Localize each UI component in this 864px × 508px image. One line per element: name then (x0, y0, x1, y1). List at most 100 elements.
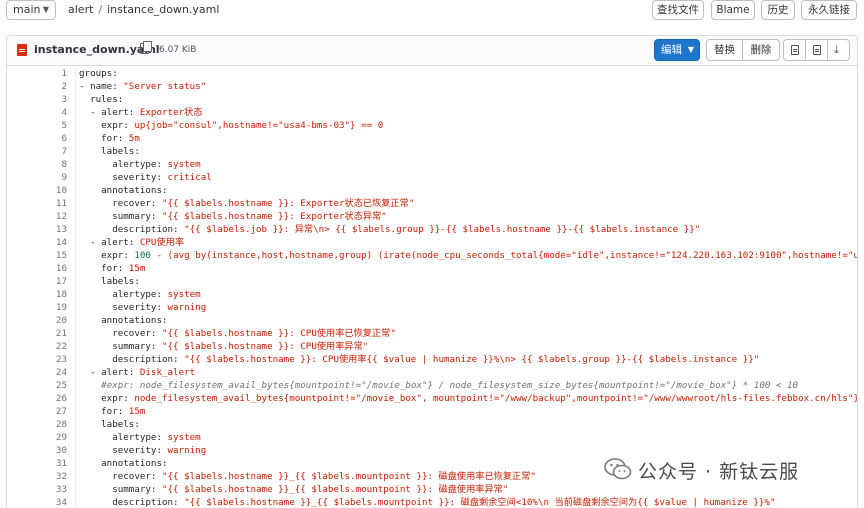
code-text: labels: (79, 275, 140, 288)
line-number[interactable]: 21 (7, 327, 67, 340)
code-token: system (167, 159, 201, 170)
code-token: summary: (79, 484, 162, 495)
code-token: for: (79, 133, 129, 144)
code-token: labels: (79, 146, 140, 157)
line-number[interactable]: 19 (7, 301, 67, 314)
code-token: description: (79, 354, 185, 365)
breadcrumb-folder[interactable]: alert (68, 3, 93, 16)
line-number[interactable]: 16 (7, 262, 67, 275)
copy-icon (791, 45, 799, 55)
line-number[interactable]: 15 (7, 249, 67, 262)
code-text: for: 15m (79, 262, 145, 275)
code-token: groups: (79, 68, 118, 79)
line-number[interactable]: 12 (7, 210, 67, 223)
copy-file-path-icon[interactable] (140, 41, 152, 54)
line-number[interactable]: 3 (7, 93, 67, 106)
line-number[interactable]: 6 (7, 132, 67, 145)
code-token: system (167, 289, 201, 300)
line-number[interactable]: 14 (7, 236, 67, 249)
file-viewer: instance_down.yaml 6.07 KiB 编辑 ▼ 替换 删除 ⤓… (6, 35, 858, 508)
code-token: node_filesystem_avail_bytes{mountpoint!=… (134, 393, 858, 404)
code-token: description: (79, 497, 185, 508)
line-number[interactable]: 7 (7, 145, 67, 158)
line-number[interactable]: 24 (7, 366, 67, 379)
code-line: 8 alertype: system (7, 158, 857, 171)
code-line: 16 for: 15m (7, 262, 857, 275)
line-number[interactable]: 20 (7, 314, 67, 327)
code-token: up{job="consul",hostname!="usa4-bms-03"}… (134, 120, 384, 131)
code-token: - alert: (79, 107, 140, 118)
code-text: #expr: node_filesystem_avail_bytes{mount… (79, 379, 798, 392)
code-line: 6 for: 5m (7, 132, 857, 145)
code-line: 19 severity: warning (7, 301, 857, 314)
code-line: 24 - alert: Disk_alert (7, 366, 857, 379)
code-line: 27 for: 15m (7, 405, 857, 418)
line-number[interactable]: 11 (7, 197, 67, 210)
code-line: 15 expr: 100 - (avg by(instance,host,hos… (7, 249, 857, 262)
code-token: - alert: (79, 237, 140, 248)
line-number[interactable]: 34 (7, 496, 67, 508)
code-line: 14 - alert: CPU使用率 (7, 236, 857, 249)
line-number[interactable]: 18 (7, 288, 67, 301)
edit-button[interactable]: 编辑 ▼ (654, 39, 700, 61)
delete-button[interactable]: 删除 (742, 39, 780, 61)
line-number[interactable]: 23 (7, 353, 67, 366)
code-token: "{{ $labels.hostname }}_{{ $labels.mount… (161, 471, 536, 482)
watermark: 公众号 · 新钛云服 (604, 455, 854, 485)
breadcrumb-file[interactable]: instance_down.yaml (107, 3, 219, 16)
breadcrumb-separator: / (98, 3, 103, 16)
line-number[interactable]: 28 (7, 418, 67, 431)
code-line: 20 annotations: (7, 314, 857, 327)
chevron-down-icon: ▼ (687, 45, 694, 54)
code-token: "{{ $labels.hostname }}: CPU使用率已恢复正常" (161, 328, 396, 339)
line-number[interactable]: 31 (7, 457, 67, 470)
code-text: severity: warning (79, 301, 206, 314)
line-number[interactable]: 32 (7, 470, 67, 483)
code-line: 34 description: "{{ $labels.hostname }}_… (7, 496, 857, 508)
line-number[interactable]: 10 (7, 184, 67, 197)
line-number[interactable]: 1 (7, 67, 67, 80)
line-number[interactable]: 22 (7, 340, 67, 353)
line-number[interactable]: 27 (7, 405, 67, 418)
code-text: severity: critical (79, 171, 212, 184)
line-number[interactable]: 2 (7, 80, 67, 93)
history-button[interactable]: 历史 (761, 0, 795, 20)
code-token: severity: (79, 302, 168, 313)
code-text: description: "{{ $labels.hostname }}_{{ … (79, 496, 775, 508)
permalink-button[interactable]: 永久链接 (801, 0, 857, 20)
wechat-icon (604, 458, 632, 480)
copy-contents-button[interactable] (783, 39, 806, 61)
code-line: 4 - alert: Exporter状态 (7, 106, 857, 119)
branch-name: main (13, 3, 41, 16)
code-text: description: "{{ $labels.hostname }}: CP… (79, 353, 759, 366)
download-button[interactable]: ⤓ (827, 39, 850, 61)
document-icon (813, 45, 821, 55)
line-number[interactable]: 4 (7, 106, 67, 119)
line-number[interactable]: 8 (7, 158, 67, 171)
line-number[interactable]: 25 (7, 379, 67, 392)
line-number[interactable]: 9 (7, 171, 67, 184)
blame-button[interactable]: Blame (711, 0, 755, 20)
open-raw-button[interactable] (805, 39, 828, 61)
line-number[interactable]: 5 (7, 119, 67, 132)
code-text: groups: (79, 67, 118, 80)
code-token: labels: (79, 276, 140, 287)
file-icon (17, 44, 27, 56)
code-text: rules: (79, 93, 123, 106)
code-line: 12 summary: "{{ $labels.hostname }}: Exp… (7, 210, 857, 223)
line-number[interactable]: 30 (7, 444, 67, 457)
code-line: 5 expr: up{job="consul",hostname!="usa4-… (7, 119, 857, 132)
code-token: "{{ $labels.hostname }}_{{ $labels.mount… (161, 484, 509, 495)
line-number[interactable]: 13 (7, 223, 67, 236)
code-text: summary: "{{ $labels.hostname }}: Export… (79, 210, 387, 223)
replace-button[interactable]: 替换 (706, 39, 743, 61)
find-file-button[interactable]: 查找文件 (652, 0, 704, 20)
code-token: expr: (79, 250, 135, 261)
line-number[interactable]: 33 (7, 483, 67, 496)
code-token: 5m (128, 133, 140, 144)
line-number[interactable]: 29 (7, 431, 67, 444)
code-text: for: 5m (79, 132, 140, 145)
line-number[interactable]: 17 (7, 275, 67, 288)
line-number[interactable]: 26 (7, 392, 67, 405)
branch-selector[interactable]: main ▼ (6, 0, 56, 20)
